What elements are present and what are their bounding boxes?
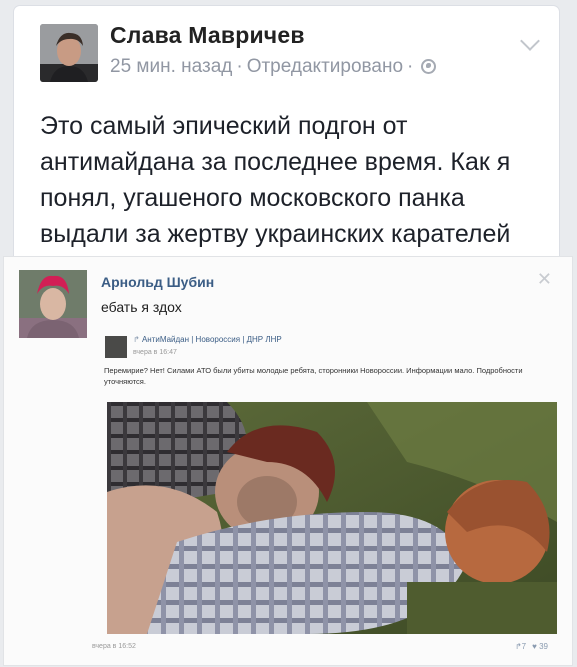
- author-avatar[interactable]: [40, 24, 98, 82]
- repost-text: Перемирие? Нет! Силами АТО были убиты мо…: [104, 366, 523, 386]
- repost-date[interactable]: вчера в 16:47: [133, 349, 177, 356]
- post-photo[interactable]: [107, 402, 557, 634]
- close-icon[interactable]: ✕: [537, 269, 552, 290]
- author-name[interactable]: Слава Мавричев: [110, 22, 305, 49]
- post-meta: 25 мин. назад · Отредактировано ·: [110, 56, 437, 78]
- post-time[interactable]: 25 мин. назад: [110, 56, 232, 77]
- footer-stats: ↱7 ♥ 39: [509, 642, 548, 651]
- vk-comment-text: ебать я здох: [101, 299, 182, 315]
- chevron-down-icon[interactable]: [520, 31, 540, 51]
- edited-label[interactable]: Отредактировано: [247, 56, 403, 77]
- footer-date[interactable]: вчера в 16:52: [92, 643, 136, 650]
- vk-author-avatar[interactable]: [19, 270, 87, 338]
- vk-screenshot: Арнольд Шубин ебать я здох ✕ ↱ АнтиМайда…: [3, 256, 573, 666]
- meta-separator-2: ·: [407, 56, 414, 77]
- repost-arrow-icon: ↱: [133, 335, 140, 344]
- globe-icon[interactable]: [421, 59, 437, 74]
- facebook-post-card: Слава Мавричев 25 мин. назад · Отредактиро…: [14, 6, 559, 268]
- repost-source-name[interactable]: АнтиМайдан | Новороссия | ДНР ЛНР: [142, 335, 282, 344]
- group-avatar[interactable]: [105, 336, 127, 358]
- meta-separator: ·: [236, 56, 243, 77]
- vk-author-name[interactable]: Арнольд Шубин: [101, 274, 214, 290]
- post-text: Это самый эпический подгон от антимайдан…: [40, 112, 511, 248]
- repost-source[interactable]: ↱ АнтиМайдан | Новороссия | ДНР ЛНР: [133, 335, 282, 344]
- repost-count[interactable]: ↱7: [515, 642, 526, 651]
- like-count[interactable]: ♥ 39: [532, 642, 548, 651]
